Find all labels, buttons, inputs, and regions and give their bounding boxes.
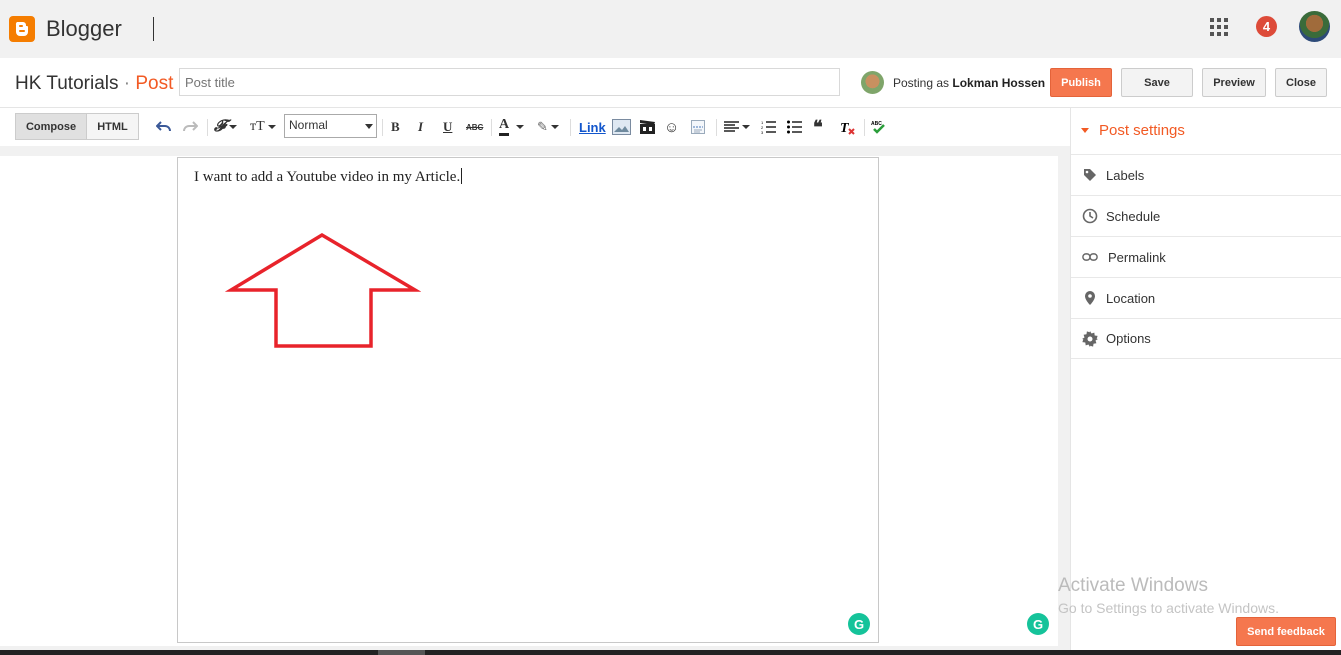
font-family-icon[interactable]: 𝓕 <box>214 117 237 137</box>
send-feedback-button[interactable]: Send feedback <box>1236 617 1336 646</box>
account-avatar[interactable] <box>1299 11 1330 42</box>
close-button[interactable]: Close <box>1275 68 1327 97</box>
author-name: Lokman Hossen <box>952 76 1046 90</box>
svg-text:3: 3 <box>761 130 764 134</box>
text-color-icon[interactable]: A <box>499 117 510 136</box>
strikethrough-icon[interactable]: ABC <box>466 117 483 137</box>
bulleted-list-icon[interactable] <box>787 117 802 137</box>
format-select[interactable]: Normal <box>284 114 377 138</box>
html-tab[interactable]: HTML <box>87 114 138 139</box>
image-icon[interactable] <box>612 117 631 137</box>
grammarly-icon[interactable]: G <box>848 613 870 635</box>
publish-button[interactable]: Publish <box>1050 68 1112 97</box>
blog-name[interactable]: HK Tutorials <box>15 73 118 94</box>
toolbar-divider <box>864 119 865 136</box>
text-color-dropdown <box>513 117 524 137</box>
align-icon[interactable] <box>724 117 750 137</box>
post-title-input[interactable] <box>179 68 840 96</box>
toolbar-divider <box>207 119 208 136</box>
tag-icon <box>1082 167 1098 183</box>
app-name[interactable]: Blogger <box>46 16 122 42</box>
caret-down-icon <box>1081 128 1089 133</box>
jump-break-icon[interactable] <box>690 117 706 137</box>
chevron-down-icon <box>365 124 373 129</box>
breadcrumb: HK Tutorials · Post <box>15 73 173 95</box>
toolbar-divider <box>716 119 717 136</box>
sidebar-item-label: Permalink <box>1108 249 1166 265</box>
save-button[interactable]: Save <box>1121 68 1193 97</box>
clear-format-icon[interactable]: T <box>840 117 856 137</box>
link-icon <box>1082 249 1098 265</box>
sidebar-item-permalink[interactable]: Permalink <box>1071 236 1341 277</box>
sidebar-item-location[interactable]: Location <box>1071 277 1341 318</box>
author-avatar <box>861 71 884 94</box>
posting-as: Posting as Lokman Hossen <box>893 76 1045 90</box>
activation-watermark-title: Activate Windows <box>1058 575 1208 596</box>
italic-icon[interactable]: I <box>418 117 423 137</box>
preview-button[interactable]: Preview <box>1202 68 1266 97</box>
link-button[interactable]: Link <box>579 117 606 137</box>
grammarly-icon[interactable]: G <box>1027 613 1049 635</box>
sidebar-item-label: Options <box>1106 331 1151 346</box>
breadcrumb-separator: · <box>123 73 131 94</box>
redo-icon[interactable] <box>182 117 198 137</box>
text-cursor <box>461 168 463 184</box>
apps-grid-icon[interactable] <box>1210 18 1228 36</box>
sidebar-item-schedule[interactable]: Schedule <box>1071 195 1341 236</box>
quote-icon[interactable]: ❝ <box>813 117 823 137</box>
emoji-icon[interactable]: ☺ <box>664 117 679 137</box>
post-header: HK Tutorials · Post Posting as Lokman Ho… <box>0 58 1341 108</box>
svg-text:ABC: ABC <box>871 121 882 127</box>
undo-icon[interactable] <box>156 117 172 137</box>
notification-badge[interactable]: 4 <box>1256 16 1277 37</box>
underline-icon[interactable]: U <box>443 117 452 137</box>
header-divider <box>153 17 154 41</box>
numbered-list-icon[interactable]: 123 <box>761 117 776 137</box>
sidebar-item-label: Location <box>1106 290 1156 306</box>
highlight-icon[interactable]: ✎ <box>537 117 559 137</box>
bold-icon[interactable]: B <box>391 117 400 137</box>
sidebar-item-label: Schedule <box>1106 208 1161 224</box>
posting-as-label: Posting as <box>893 76 950 90</box>
taskbar-strip <box>0 650 1341 655</box>
clock-icon <box>1082 208 1098 224</box>
post-settings-panel: Post settings Labels Schedule Permalink … <box>1070 108 1341 655</box>
sidebar-item-options[interactable]: Options <box>1071 318 1341 359</box>
gear-icon <box>1082 330 1098 347</box>
editor-toolbar: Compose HTML 𝓕 тT Normal B I U ABC A ✎ L… <box>0 108 1070 146</box>
compose-tab[interactable]: Compose <box>16 114 87 139</box>
toolbar-divider <box>570 119 571 136</box>
sidebar-item-label: Labels <box>1106 167 1145 183</box>
svg-text:T: T <box>840 121 850 135</box>
mode-switch: Compose HTML <box>15 113 139 140</box>
spellcheck-icon[interactable]: ABC <box>871 117 887 137</box>
toolbar-divider <box>382 119 383 136</box>
pin-icon <box>1082 290 1098 306</box>
format-select-value: Normal <box>289 118 328 132</box>
sidebar-item-labels[interactable]: Labels <box>1071 154 1341 195</box>
top-bar: Blogger 4 <box>0 0 1341 58</box>
video-icon[interactable] <box>639 117 656 137</box>
blogger-logo-icon[interactable] <box>9 16 35 42</box>
activation-watermark-text: Go to Settings to activate Windows. <box>1058 600 1279 616</box>
font-size-icon[interactable]: тT <box>250 117 276 137</box>
annotation-arrow-icon <box>225 232 421 348</box>
breadcrumb-section: Post <box>135 73 174 94</box>
post-settings-heading[interactable]: Post settings <box>1081 122 1185 139</box>
toolbar-divider <box>491 119 492 136</box>
post-body-text[interactable]: I want to add a Youtube video in my Arti… <box>194 168 463 186</box>
